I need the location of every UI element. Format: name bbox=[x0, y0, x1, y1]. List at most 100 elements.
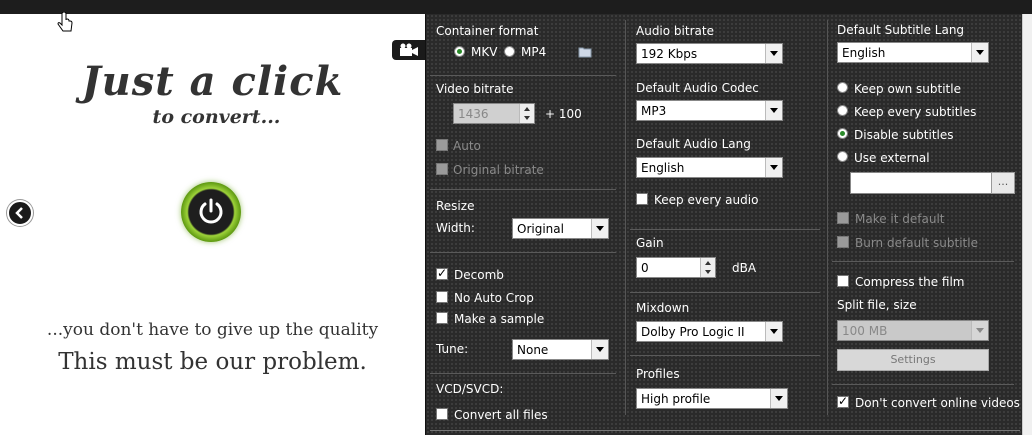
mixdown-label: Mixdown bbox=[636, 301, 690, 315]
mixdown-select[interactable]: Dolby Pro Logic II bbox=[636, 321, 783, 342]
audio-bitrate-label: Audio bitrate bbox=[636, 24, 714, 38]
gain-label: Gain bbox=[636, 236, 664, 250]
mp4-label: MP4 bbox=[521, 45, 547, 59]
audio-bitrate-select[interactable]: 192 Kbps bbox=[636, 43, 783, 64]
section-divider bbox=[630, 355, 820, 356]
default-subtitle-lang-value: English bbox=[842, 46, 886, 60]
chevron-down-icon[interactable] bbox=[591, 340, 608, 359]
gain-value: 0 bbox=[641, 261, 649, 275]
width-value: Original bbox=[517, 222, 564, 236]
keep-every-subtitles-label: Keep every subtitles bbox=[854, 105, 977, 119]
default-audio-codec-value: MP3 bbox=[641, 104, 667, 118]
default-audio-codec-label: Default Audio Codec bbox=[636, 81, 759, 95]
keep-every-audio-label: Keep every audio bbox=[654, 193, 759, 207]
power-icon bbox=[199, 198, 223, 224]
make-sample-checkbox[interactable] bbox=[436, 312, 448, 324]
keep-every-subtitles-radio[interactable] bbox=[837, 105, 848, 116]
chevron-down-icon[interactable] bbox=[971, 321, 988, 340]
chevron-down-icon[interactable] bbox=[971, 43, 988, 62]
mixdown-value: Dolby Pro Logic II bbox=[641, 325, 745, 339]
make-it-default-label: Make it default bbox=[855, 212, 945, 226]
use-external-radio[interactable] bbox=[837, 151, 848, 162]
profiles-value: High profile bbox=[641, 392, 711, 406]
mkv-radio[interactable] bbox=[454, 46, 465, 57]
section-divider bbox=[430, 252, 616, 253]
disable-subtitles-label: Disable subtitles bbox=[854, 128, 954, 142]
panel-bottom-border bbox=[430, 430, 1020, 431]
default-audio-lang-value: English bbox=[641, 161, 685, 175]
section-divider bbox=[832, 261, 1014, 262]
mp4-radio[interactable] bbox=[504, 46, 515, 57]
auto-label: Auto bbox=[453, 139, 481, 153]
width-select[interactable]: Original bbox=[512, 218, 609, 239]
audio-bitrate-value: 192 Kbps bbox=[641, 47, 698, 61]
burn-default-subtitle-checkbox[interactable] bbox=[837, 236, 849, 248]
gain-spinner[interactable]: 0 bbox=[636, 257, 716, 278]
external-subtitle-path-input[interactable] bbox=[850, 172, 992, 194]
chevron-down-icon[interactable] bbox=[770, 389, 787, 408]
no-auto-crop-checkbox[interactable] bbox=[436, 291, 448, 303]
tune-value: None bbox=[517, 343, 549, 357]
auto-checkbox[interactable] bbox=[436, 139, 448, 151]
tune-select[interactable]: None bbox=[512, 339, 609, 360]
split-file-label: Split file, size bbox=[837, 298, 917, 312]
vcd-label: VCD/SVCD: bbox=[436, 382, 504, 396]
chevron-down-icon[interactable] bbox=[765, 44, 782, 63]
decomb-checkbox[interactable] bbox=[436, 266, 448, 280]
keep-own-subtitle-radio[interactable] bbox=[837, 82, 848, 93]
convert-power-button[interactable] bbox=[181, 182, 241, 242]
make-it-default-checkbox[interactable] bbox=[837, 212, 849, 224]
no-auto-crop-label: No Auto Crop bbox=[454, 291, 534, 305]
video-bitrate-extra: + 100 bbox=[545, 107, 582, 121]
previous-slide-button[interactable] bbox=[7, 200, 33, 226]
hand-cursor-icon bbox=[57, 12, 73, 32]
gain-unit: dBA bbox=[732, 261, 757, 275]
video-settings-tab[interactable] bbox=[392, 40, 426, 60]
keep-every-audio-checkbox[interactable] bbox=[636, 193, 648, 205]
disable-subtitles-radio[interactable] bbox=[837, 128, 848, 139]
video-bitrate-label: Video bitrate bbox=[436, 82, 514, 96]
tune-label: Tune: bbox=[436, 342, 469, 356]
section-divider bbox=[832, 384, 1014, 385]
width-label: Width: bbox=[436, 221, 475, 235]
promo-subheadline: to convert... bbox=[152, 106, 281, 128]
original-bitrate-label: Original bitrate bbox=[453, 163, 544, 177]
original-bitrate-checkbox[interactable] bbox=[436, 163, 448, 175]
section-divider bbox=[630, 292, 820, 293]
split-size-select[interactable]: 100 MB bbox=[837, 320, 989, 341]
promo-headline: Just a click bbox=[81, 58, 344, 105]
profiles-label: Profiles bbox=[636, 367, 680, 381]
dont-convert-online-checkbox[interactable] bbox=[837, 394, 849, 408]
default-audio-lang-label: Default Audio Lang bbox=[636, 137, 751, 151]
mkv-label: MKV bbox=[471, 45, 498, 59]
folder-icon[interactable] bbox=[578, 46, 592, 58]
section-divider bbox=[430, 75, 616, 76]
compress-film-checkbox[interactable] bbox=[837, 275, 849, 287]
use-external-label: Use external bbox=[854, 151, 930, 165]
default-audio-codec-select[interactable]: MP3 bbox=[636, 100, 783, 121]
compress-film-label: Compress the film bbox=[855, 275, 965, 289]
profiles-select[interactable]: High profile bbox=[636, 388, 788, 409]
dont-convert-online-label: Don't convert online videos bbox=[855, 396, 1020, 410]
panel-scrollbar[interactable] bbox=[1022, 14, 1032, 435]
chevron-down-icon[interactable] bbox=[765, 322, 782, 341]
decomb-label: Decomb bbox=[454, 268, 504, 282]
video-bitrate-spinner[interactable]: 1436 bbox=[453, 103, 535, 124]
section-divider bbox=[430, 189, 616, 190]
spinner-arrows[interactable] bbox=[700, 258, 715, 277]
chevron-down-icon[interactable] bbox=[591, 219, 608, 238]
default-subtitle-lang-label: Default Subtitle Lang bbox=[837, 23, 965, 37]
chevron-down-icon[interactable] bbox=[765, 101, 782, 120]
spinner-arrows[interactable] bbox=[519, 104, 534, 123]
default-audio-lang-select[interactable]: English bbox=[636, 157, 783, 178]
browse-button[interactable]: ... bbox=[991, 172, 1015, 194]
convert-all-checkbox[interactable] bbox=[436, 408, 448, 420]
default-subtitle-lang-select[interactable]: English bbox=[837, 42, 989, 63]
settings-button[interactable]: Settings bbox=[837, 349, 989, 371]
promo-tagline-2: This must be our problem. bbox=[58, 349, 367, 375]
resize-label: Resize bbox=[436, 199, 475, 213]
section-divider bbox=[430, 373, 616, 374]
make-sample-label: Make a sample bbox=[454, 312, 545, 326]
split-size-value: 100 MB bbox=[842, 324, 888, 338]
chevron-down-icon[interactable] bbox=[765, 158, 782, 177]
